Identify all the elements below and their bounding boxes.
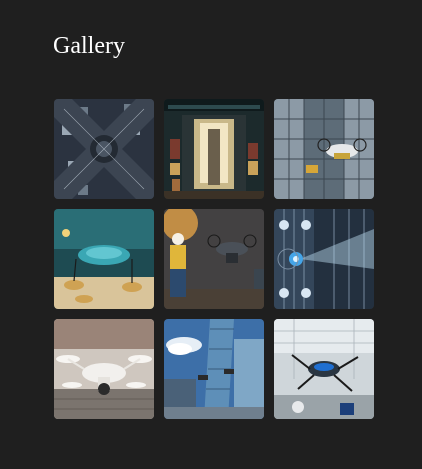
page-title: Gallery xyxy=(53,33,125,59)
gallery-grid xyxy=(54,99,374,419)
gallery-image-white-quadcopter[interactable] xyxy=(54,319,154,419)
gallery-image-drone-spraying[interactable] xyxy=(274,209,374,309)
gallery-image-drone-workshop[interactable] xyxy=(54,209,154,309)
gallery-image-drone-lab[interactable] xyxy=(274,319,374,419)
gallery-image-storefront[interactable] xyxy=(164,99,264,199)
gallery-image-worker-drone[interactable] xyxy=(164,209,264,309)
gallery-image-drone-facade[interactable] xyxy=(274,99,374,199)
gallery-image-aerial-city[interactable] xyxy=(54,99,154,199)
gallery-image-skyscraper-drone[interactable] xyxy=(164,319,264,419)
